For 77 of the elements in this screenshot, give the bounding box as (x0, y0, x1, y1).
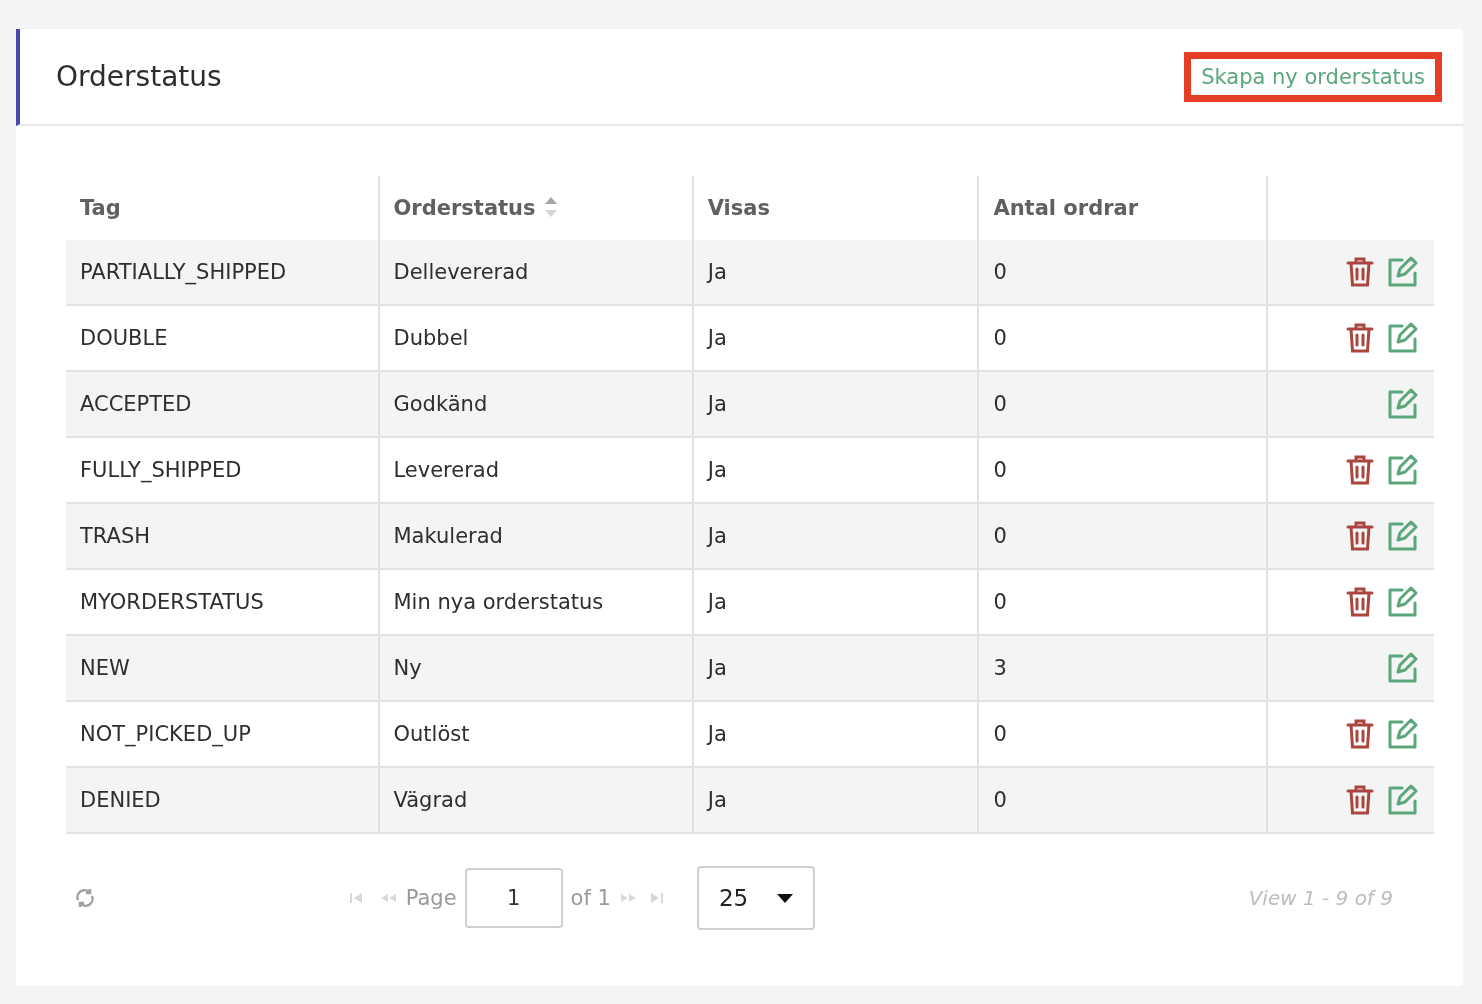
edit-button[interactable] (1386, 718, 1418, 750)
table-cell: NOT_PICKED_UP (66, 701, 379, 767)
table-cell: Ja (692, 503, 979, 569)
edit-icon (1386, 718, 1418, 750)
trash-icon (1346, 520, 1374, 552)
edit-icon (1386, 454, 1418, 486)
table-cell: Ja (692, 701, 979, 767)
table-cell: ACCEPTED (66, 371, 379, 437)
table-cell: PARTIALLY_SHIPPED (66, 240, 379, 305)
delete-button[interactable] (1346, 718, 1374, 750)
table-cell: TRASH (66, 503, 379, 569)
page-title: Orderstatus (56, 60, 222, 93)
delete-button[interactable] (1346, 256, 1374, 288)
table-cell: 0 (978, 371, 1267, 437)
table-cell: Vägrad (378, 767, 693, 833)
table-cell: Ny (378, 635, 693, 701)
table-cell: MYORDERSTATUS (66, 569, 379, 635)
edit-button[interactable] (1386, 454, 1418, 486)
edit-icon (1386, 586, 1418, 618)
caret-icon (776, 893, 793, 903)
delete-button[interactable] (1346, 322, 1374, 354)
table-cell: DOUBLE (66, 305, 379, 371)
table-cell: Ja (692, 569, 979, 635)
table-cell: Dubbel (378, 305, 693, 371)
table-cell: 0 (978, 305, 1267, 371)
table-cell: 0 (978, 701, 1267, 767)
trash-icon (1346, 256, 1374, 288)
edit-button[interactable] (1386, 520, 1418, 552)
table-cell: 0 (978, 437, 1267, 503)
column-header: Tag (66, 176, 379, 240)
table-cell: 0 (978, 503, 1267, 569)
table-cell: FULLY_SHIPPED (66, 437, 379, 503)
table-cell: Makulerad (378, 503, 693, 569)
trash-icon (1346, 454, 1374, 486)
table-cell: Levererad (378, 437, 693, 503)
edit-icon (1386, 322, 1418, 354)
delete-button[interactable] (1346, 586, 1374, 618)
edit-button[interactable] (1386, 652, 1418, 684)
refresh-icon[interactable] (74, 887, 96, 909)
edit-icon (1386, 256, 1418, 288)
table-cell: Godkänd (378, 371, 693, 437)
edit-button[interactable] (1386, 322, 1418, 354)
table-cell: 0 (978, 569, 1267, 635)
table-cell: Ja (692, 240, 979, 305)
edit-icon (1386, 784, 1418, 816)
edit-icon (1386, 520, 1418, 552)
page-size-select[interactable]: 25 (696, 866, 815, 930)
view-info: View 1 - 9 of 9 (1248, 886, 1393, 910)
table-cell: Ja (692, 371, 979, 437)
table-cell: Min nya orderstatus (378, 569, 693, 635)
edit-button[interactable] (1386, 256, 1418, 288)
edit-button[interactable] (1386, 586, 1418, 618)
trash-icon (1346, 586, 1374, 618)
table-cell: Ja (692, 635, 979, 701)
delete-button[interactable] (1346, 454, 1374, 486)
table-cell: DENIED (66, 767, 379, 833)
table-cell: 3 (978, 635, 1267, 701)
table-cell: Dellevererad (378, 240, 693, 305)
page-count: of 1 (570, 886, 611, 910)
table-cell: Ja (692, 305, 979, 371)
table-cell: Ja (692, 437, 979, 503)
page-label: Page (405, 886, 457, 910)
page-input[interactable]: 1 (464, 868, 563, 928)
delete-button[interactable] (1346, 784, 1374, 816)
table-cell: 0 (978, 240, 1267, 305)
table-cell: Ja (692, 767, 979, 833)
table-cell: NEW (66, 635, 379, 701)
delete-button[interactable] (1346, 520, 1374, 552)
trash-icon (1346, 718, 1374, 750)
edit-button[interactable] (1386, 784, 1418, 816)
edit-icon (1386, 388, 1418, 420)
edit-icon (1386, 652, 1418, 684)
edit-button[interactable] (1386, 388, 1418, 420)
trash-icon (1346, 322, 1374, 354)
trash-icon (1346, 784, 1374, 816)
table-cell: Outlöst (378, 701, 693, 767)
table-cell: 0 (978, 767, 1267, 833)
